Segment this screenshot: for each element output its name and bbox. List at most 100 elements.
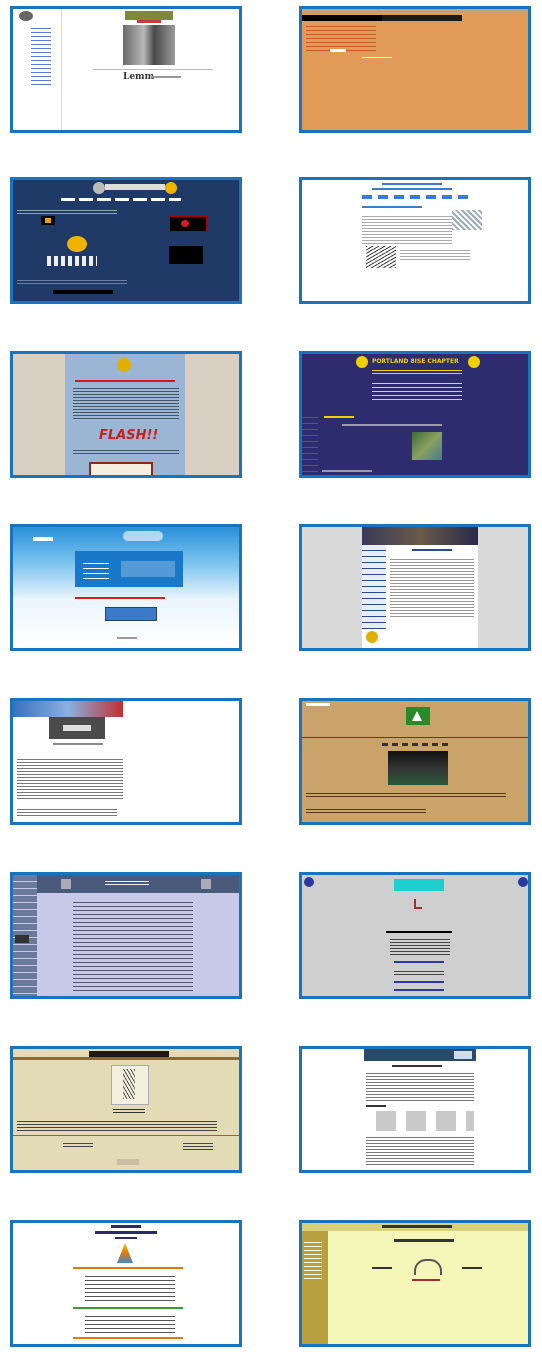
top-bar bbox=[302, 9, 528, 13]
certificate-image bbox=[89, 462, 153, 475]
text-lines bbox=[17, 208, 117, 214]
body-text-2 bbox=[394, 969, 444, 977]
link-line bbox=[412, 1279, 440, 1281]
section-title bbox=[386, 931, 452, 933]
subtitle-line bbox=[372, 188, 452, 190]
subtitle-line bbox=[95, 1231, 157, 1234]
thumbnail-4[interactable] bbox=[299, 177, 531, 304]
subheading bbox=[366, 1105, 386, 1107]
red-line bbox=[75, 380, 175, 382]
heading bbox=[362, 206, 422, 208]
header-title bbox=[105, 879, 149, 887]
body-text bbox=[362, 214, 452, 244]
caption-text bbox=[113, 1107, 145, 1115]
body-text bbox=[85, 1273, 175, 1303]
thumbnail-9[interactable] bbox=[10, 698, 242, 825]
left-emblem-icon bbox=[356, 356, 368, 368]
body-text-2 bbox=[400, 248, 470, 260]
footer-text bbox=[117, 637, 137, 639]
center-text bbox=[372, 380, 462, 402]
alert-line bbox=[75, 597, 165, 599]
text-block bbox=[73, 386, 179, 420]
thumbnail-8[interactable] bbox=[299, 524, 531, 651]
hero-text bbox=[83, 559, 109, 581]
sketch-image bbox=[452, 210, 482, 230]
section-text bbox=[342, 424, 442, 426]
orange-line-2 bbox=[73, 1337, 183, 1339]
header-caption bbox=[63, 725, 91, 731]
thumbnail-12[interactable] bbox=[299, 872, 531, 999]
side-nav bbox=[302, 412, 318, 472]
links-bar-2 bbox=[394, 981, 444, 983]
logo-icon bbox=[19, 11, 33, 21]
header-banner bbox=[125, 11, 173, 20]
video-image bbox=[388, 751, 448, 785]
body-text-2 bbox=[366, 1135, 474, 1165]
left-icon bbox=[61, 879, 71, 889]
title-line bbox=[111, 1225, 141, 1228]
nav-bar bbox=[61, 198, 181, 201]
button-box bbox=[105, 607, 157, 621]
right-caption bbox=[462, 1267, 482, 1269]
right-column bbox=[183, 1141, 213, 1151]
thumbnail-2[interactable] bbox=[299, 6, 531, 133]
links-bar-3 bbox=[394, 989, 444, 991]
section-title bbox=[324, 416, 354, 418]
thumbnail-3[interactable] bbox=[10, 177, 242, 304]
right-globe-icon bbox=[518, 877, 528, 887]
footer-badge bbox=[117, 1159, 139, 1165]
left-globe-icon bbox=[304, 877, 314, 887]
body-text-2 bbox=[85, 1313, 175, 1333]
thumbnail-15[interactable] bbox=[10, 1220, 242, 1347]
body-text bbox=[17, 757, 123, 801]
title-banner bbox=[394, 879, 444, 891]
thumbnail-1[interactable]: Lemm bbox=[10, 6, 242, 133]
nav-tabs bbox=[362, 195, 472, 199]
table-rows bbox=[366, 1111, 474, 1131]
thumbnail-10[interactable] bbox=[299, 698, 531, 825]
thumbnail-7[interactable] bbox=[10, 524, 242, 651]
footer-text bbox=[306, 807, 426, 815]
title-strip bbox=[105, 184, 165, 190]
big-letters bbox=[47, 256, 97, 266]
top-title bbox=[382, 1225, 452, 1228]
subtitle-lines bbox=[372, 368, 462, 374]
header-banner bbox=[362, 527, 478, 545]
gold-seal-icon bbox=[67, 236, 87, 252]
header-strip bbox=[382, 15, 462, 21]
dark-image bbox=[169, 246, 203, 264]
body-text bbox=[17, 1119, 217, 1131]
figure-icon bbox=[117, 1243, 133, 1263]
thumbnail-11[interactable] bbox=[10, 872, 242, 999]
nav-links bbox=[382, 743, 452, 746]
emblem-icon bbox=[93, 182, 105, 194]
left-column bbox=[63, 1141, 93, 1147]
page-heading bbox=[394, 1239, 454, 1242]
page-title bbox=[392, 1065, 442, 1067]
header-sub bbox=[137, 20, 161, 23]
thumbnail-13[interactable] bbox=[10, 1046, 242, 1173]
thumbnail-5[interactable]: FLASH!! bbox=[10, 351, 242, 478]
right-emblem-icon bbox=[468, 356, 480, 368]
body-text bbox=[366, 1071, 474, 1101]
badge-icon bbox=[366, 631, 378, 643]
title-lettering: Lemm bbox=[123, 72, 155, 82]
glyph-mark bbox=[414, 899, 422, 909]
subtitle-bar bbox=[13, 1057, 239, 1060]
caption bbox=[151, 76, 181, 78]
body-text-2 bbox=[17, 807, 117, 817]
footer-line bbox=[322, 470, 372, 472]
input-box bbox=[330, 49, 346, 52]
flag-inner bbox=[45, 218, 51, 223]
top-left-label bbox=[306, 703, 330, 706]
thumbnail-6[interactable]: PORTLAND 8ISE CHAPTER bbox=[299, 351, 531, 478]
small-line bbox=[115, 1237, 137, 1239]
red-rule bbox=[302, 737, 528, 738]
side-nav bbox=[362, 545, 386, 629]
seal-icon bbox=[165, 182, 177, 194]
thumbnail-14[interactable] bbox=[299, 1046, 531, 1173]
link-list bbox=[306, 23, 376, 51]
header-logo bbox=[454, 1051, 472, 1059]
logo-text bbox=[33, 537, 53, 541]
thumbnail-16[interactable] bbox=[299, 1220, 531, 1347]
